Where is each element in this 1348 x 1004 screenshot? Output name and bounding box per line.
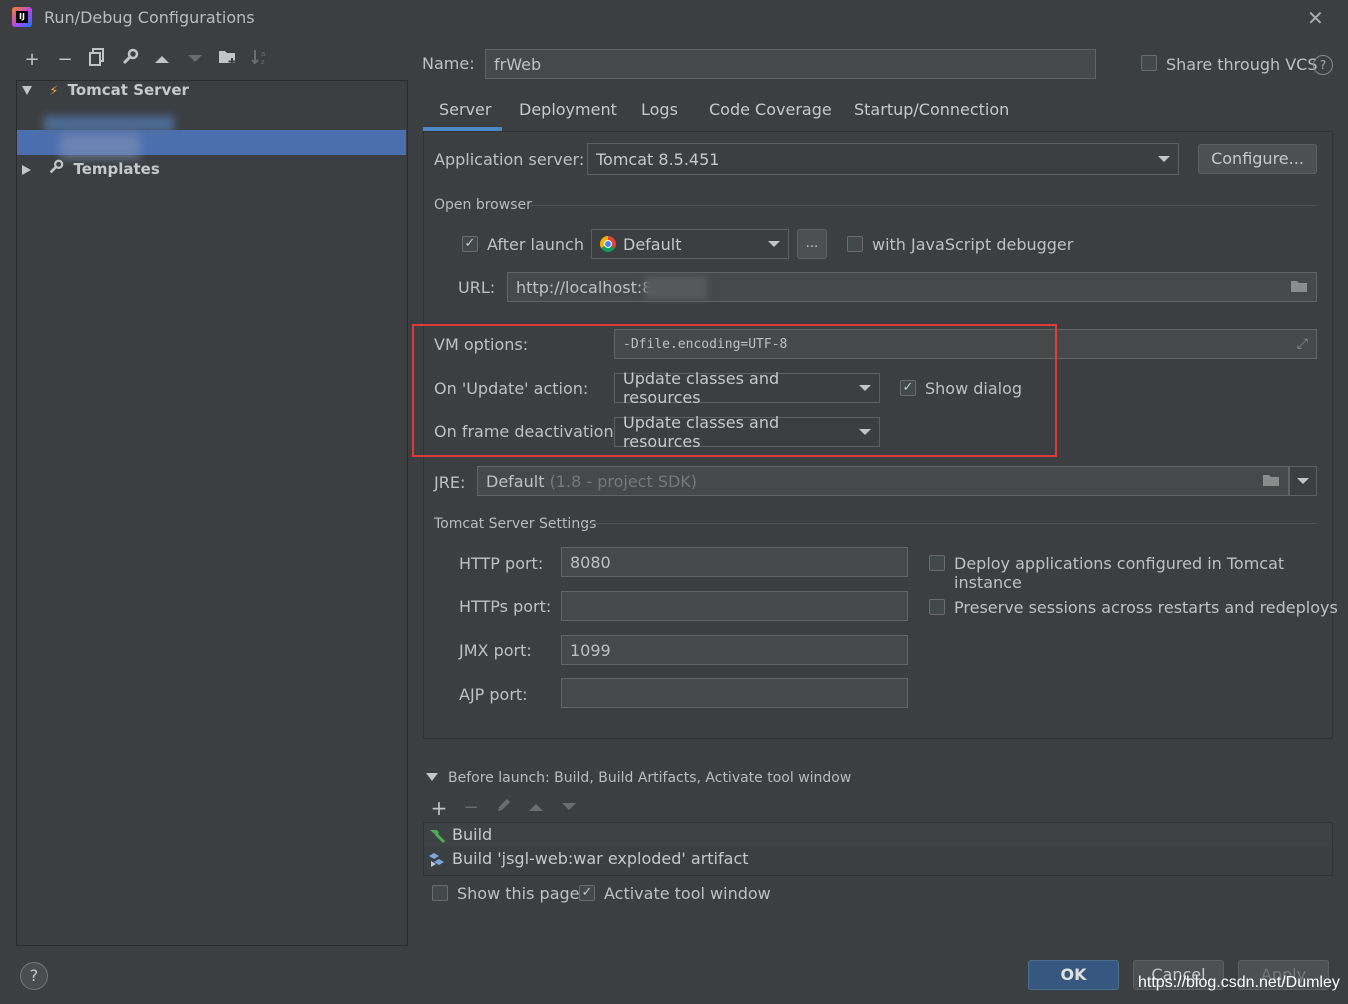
- folder-icon[interactable]: [1290, 278, 1308, 297]
- js-debugger-label: with JavaScript debugger: [872, 235, 1074, 254]
- browser-settings-button[interactable]: ...: [797, 229, 827, 259]
- share-vcs-checkbox[interactable]: [1141, 55, 1157, 71]
- activate-tool-window-label: Activate tool window: [604, 884, 771, 903]
- help-button[interactable]: ?: [20, 962, 48, 990]
- deploy-checkbox[interactable]: [929, 555, 945, 571]
- tab-deployment[interactable]: Deployment: [519, 100, 617, 130]
- jre-value: Default: [486, 471, 545, 491]
- help-icon[interactable]: ?: [1313, 55, 1333, 75]
- after-launch-label: After launch: [487, 235, 584, 254]
- arrow-up-icon[interactable]: [150, 48, 174, 72]
- wrench-icon[interactable]: [118, 48, 142, 72]
- expand-right-icon[interactable]: [22, 164, 31, 175]
- chrome-icon: [600, 236, 616, 252]
- expand-down-icon[interactable]: [22, 86, 32, 95]
- list-item-label: Build 'jsgl-web:war exploded' artifact: [452, 849, 749, 868]
- open-browser-section: Open browser: [434, 197, 532, 213]
- tab-startup-connection[interactable]: Startup/Connection: [854, 100, 1009, 130]
- intellij-logo-icon: IJ: [12, 7, 32, 27]
- ajp-port-label: AJP port:: [459, 685, 528, 704]
- sort-icon[interactable]: az: [248, 48, 272, 72]
- new-folder-icon[interactable]: [216, 48, 240, 72]
- activate-tool-window-checkbox[interactable]: ✓: [579, 885, 595, 901]
- tab-logs[interactable]: Logs: [641, 100, 678, 130]
- jre-hint: (1.8 - project SDK): [549, 471, 698, 491]
- remove-icon[interactable]: −: [53, 48, 77, 72]
- jre-dropdown-button[interactable]: [1289, 466, 1317, 496]
- list-item[interactable]: Build 'jsgl-web:war exploded' artifact: [424, 847, 1332, 871]
- artifact-icon: [428, 851, 446, 875]
- separator: [530, 205, 1317, 206]
- jmx-port-label: JMX port:: [459, 641, 532, 660]
- config-tree-panel: [16, 80, 408, 946]
- separator: [584, 523, 1317, 524]
- arrow-down-icon[interactable]: [183, 48, 207, 72]
- deploy-label: Deploy applications configured in Tomcat…: [954, 554, 1285, 592]
- tomcat-settings-section: Tomcat Server Settings: [434, 516, 597, 532]
- preserve-sessions-label: Preserve sessions across restarts and re…: [954, 598, 1338, 617]
- tree-item-tomcat-server[interactable]: ⚡ Tomcat Server: [22, 78, 189, 102]
- close-icon[interactable]: ✕: [1307, 6, 1324, 30]
- name-input[interactable]: frWeb: [485, 49, 1096, 79]
- ok-button[interactable]: OK: [1028, 960, 1119, 990]
- arrow-up-icon[interactable]: [524, 796, 548, 820]
- arrow-down-icon[interactable]: [557, 796, 581, 820]
- url-label: URL:: [458, 278, 496, 297]
- watermark-text: https://blog.csdn.net/Dumley: [1138, 974, 1340, 991]
- expand-icon[interactable]: ⤢: [1297, 336, 1308, 352]
- add-icon[interactable]: +: [427, 796, 451, 820]
- app-server-value: Tomcat 8.5.451: [596, 149, 720, 169]
- ajp-port-input[interactable]: [561, 678, 908, 708]
- before-launch-list: Build Build 'jsgl-web:war exploded' arti…: [423, 822, 1333, 876]
- share-vcs-label: Share through VCS: [1166, 55, 1318, 74]
- http-port-label: HTTP port:: [459, 554, 544, 573]
- window-title: Run/Debug Configurations: [44, 8, 255, 27]
- https-port-input[interactable]: [561, 591, 908, 621]
- chevron-down-icon: [1297, 478, 1309, 484]
- name-label: Name:: [422, 54, 475, 73]
- add-icon[interactable]: +: [20, 48, 44, 72]
- tree-item-label: Tomcat Server: [67, 81, 189, 99]
- wrench-icon: [48, 158, 64, 182]
- before-launch-header[interactable]: Before launch: Build, Build Artifacts, A…: [448, 770, 851, 786]
- chevron-down-icon: [1158, 156, 1170, 162]
- preserve-sessions-checkbox[interactable]: [929, 599, 945, 615]
- after-launch-checkbox[interactable]: ✓: [462, 236, 478, 252]
- tomcat-icon: ⚡: [49, 84, 59, 99]
- collapse-icon[interactable]: [426, 773, 438, 781]
- highlight-annotation-box: [412, 324, 1057, 457]
- redacted-url-port: [645, 276, 707, 300]
- remove-icon[interactable]: −: [459, 796, 483, 820]
- js-debugger-checkbox[interactable]: [847, 236, 863, 252]
- url-value: http://localhost:80: [516, 277, 663, 297]
- url-input[interactable]: http://localhost:80: [507, 272, 1317, 302]
- copy-icon[interactable]: [85, 48, 109, 72]
- tab-code-coverage[interactable]: Code Coverage: [709, 100, 832, 130]
- http-port-input[interactable]: 8080: [561, 547, 908, 577]
- tab-server[interactable]: Server: [439, 100, 491, 130]
- browser-value: Default: [623, 234, 682, 254]
- list-item[interactable]: Build: [424, 823, 1332, 847]
- app-server-label: Application server:: [434, 150, 585, 169]
- svg-text:z: z: [261, 58, 265, 66]
- jmx-port-input[interactable]: 1099: [561, 635, 908, 665]
- tree-item-templates[interactable]: Templates: [22, 157, 160, 181]
- redacted-config-name: [44, 116, 174, 132]
- https-port-label: HTTPs port:: [459, 597, 552, 616]
- list-item-label: Build: [452, 825, 493, 844]
- tree-item-label: Templates: [73, 160, 160, 178]
- configure-button[interactable]: Configure...: [1198, 144, 1317, 174]
- show-page-label: Show this page: [457, 884, 580, 903]
- redacted-config-name-2: [60, 134, 140, 158]
- app-server-select[interactable]: Tomcat 8.5.451: [587, 143, 1179, 175]
- chevron-down-icon: [768, 241, 780, 247]
- browser-select[interactable]: Default: [591, 229, 789, 259]
- edit-icon[interactable]: [492, 796, 516, 820]
- jre-input[interactable]: Default (1.8 - project SDK): [477, 466, 1289, 496]
- folder-icon[interactable]: [1262, 472, 1280, 491]
- show-page-checkbox[interactable]: [432, 885, 448, 901]
- svg-text:a: a: [261, 50, 265, 58]
- jre-label: JRE:: [434, 473, 466, 492]
